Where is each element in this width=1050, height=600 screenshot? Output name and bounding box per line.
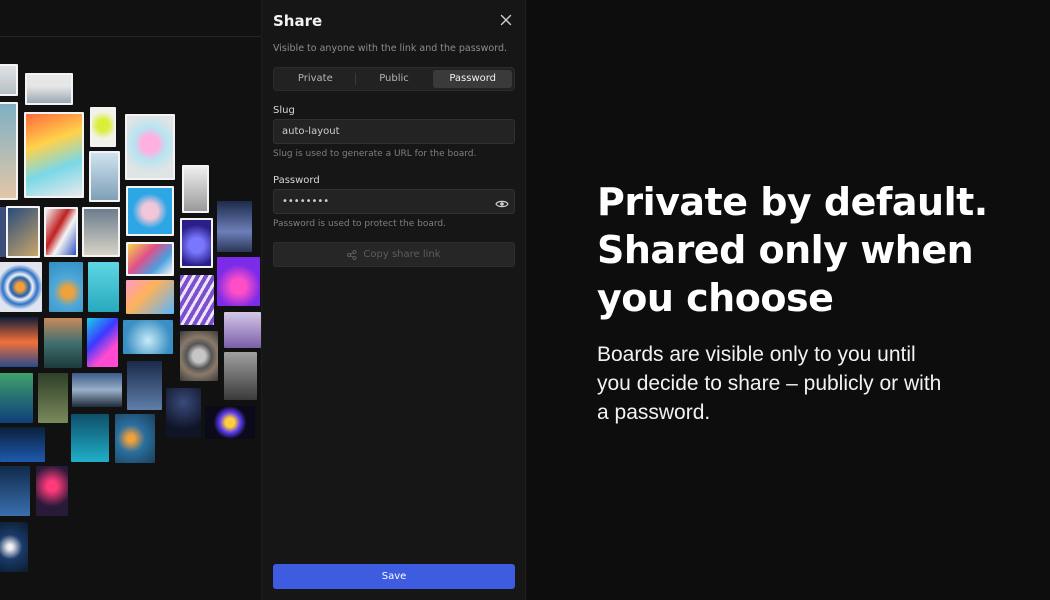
board-image[interactable] [6, 206, 40, 258]
panel-title: Share [273, 12, 323, 30]
hero-headline: Private by default. Shared only when you… [597, 178, 1017, 322]
hero-description: Boards are visible only to you until you… [597, 340, 1007, 427]
share-icon [347, 249, 357, 260]
board-image[interactable] [180, 218, 213, 268]
board-image[interactable] [0, 262, 42, 312]
board-image[interactable] [36, 466, 68, 516]
board-image[interactable] [182, 165, 209, 213]
password-label: Password [273, 175, 320, 186]
copy-share-link-button[interactable]: Copy share link [273, 242, 515, 267]
board-image[interactable] [0, 522, 28, 572]
board-image[interactable] [24, 112, 84, 198]
board-image[interactable] [0, 373, 33, 423]
share-panel: Share Visible to anyone with the link an… [262, 0, 526, 600]
slug-input[interactable] [273, 119, 515, 144]
board-image[interactable] [0, 317, 38, 367]
board-image[interactable] [126, 280, 174, 314]
board-image[interactable] [125, 114, 175, 180]
board-image[interactable] [0, 466, 30, 516]
copy-share-link-label: Copy share link [363, 249, 441, 260]
board-image[interactable] [224, 312, 261, 348]
close-button[interactable] [498, 12, 514, 28]
board-image[interactable] [126, 186, 174, 236]
password-input[interactable] [273, 189, 515, 214]
show-password-toggle[interactable] [495, 196, 509, 208]
visibility-option-password[interactable]: Password [433, 70, 513, 88]
headline-line: you choose [597, 276, 834, 320]
board-image[interactable] [166, 388, 201, 437]
board-image[interactable] [88, 262, 119, 312]
hero-section: Private by default. Shared only when you… [527, 0, 1050, 600]
description-line: a password. [597, 401, 711, 424]
password-hint: Password is used to protect the board. [273, 219, 446, 229]
description-line: you decide to share – publicly or with [597, 372, 942, 395]
moodboard-canvas[interactable] [0, 0, 262, 600]
visibility-segmented-control[interactable]: Private Public Password [273, 67, 515, 91]
board-image[interactable] [115, 414, 155, 463]
slug-label: Slug [273, 105, 295, 116]
board-image[interactable] [180, 275, 214, 325]
board-image[interactable] [49, 262, 83, 312]
board-image[interactable] [90, 107, 116, 147]
board-image[interactable] [123, 320, 173, 354]
board-image[interactable] [0, 102, 18, 200]
visibility-option-private[interactable]: Private [276, 70, 355, 88]
headline-line: Private by default. [597, 180, 988, 224]
board-image[interactable] [217, 201, 252, 252]
slug-hint: Slug is used to generate a URL for the b… [273, 149, 477, 159]
board-image[interactable] [87, 318, 118, 367]
board-image[interactable] [217, 257, 260, 306]
board-image[interactable] [0, 427, 45, 462]
description-line: Boards are visible only to you until [597, 343, 916, 366]
board-image[interactable] [126, 242, 174, 276]
board-image[interactable] [38, 373, 68, 423]
visibility-option-public[interactable]: Public [354, 70, 434, 88]
board-image[interactable] [180, 331, 218, 381]
board-image[interactable] [89, 151, 120, 202]
board-image[interactable] [205, 406, 255, 439]
board-image[interactable] [44, 318, 82, 368]
board-image[interactable] [127, 361, 162, 410]
canvas-toolbar-divider [0, 36, 261, 37]
board-image[interactable] [25, 73, 73, 105]
board-image[interactable] [44, 207, 78, 257]
board-image[interactable] [82, 207, 120, 257]
board-image[interactable] [71, 414, 109, 462]
panel-subtitle: Visible to anyone with the link and the … [273, 43, 508, 54]
board-image[interactable] [224, 352, 257, 400]
eye-icon [495, 200, 509, 208]
save-button[interactable]: Save [273, 564, 515, 589]
board-image[interactable] [72, 373, 122, 407]
board-image[interactable] [0, 64, 18, 96]
headline-line: Shared only when [597, 228, 974, 272]
close-icon [500, 14, 512, 26]
